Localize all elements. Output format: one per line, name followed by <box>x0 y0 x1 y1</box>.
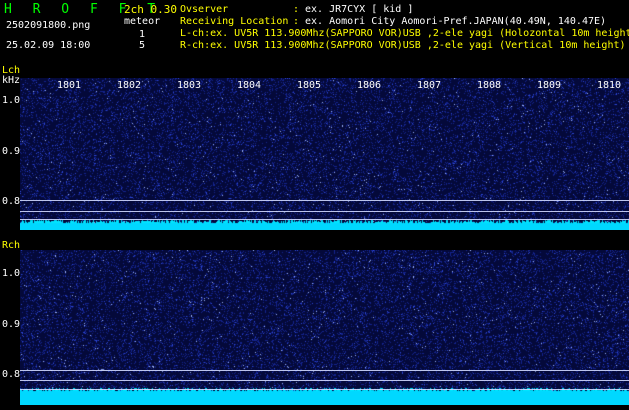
time-tick-label: 1803 <box>177 80 202 91</box>
rch-info: R-ch:ex. UV5R 113.900Mhz(SAPPORO VOR)USB… <box>180 40 626 51</box>
freq-tick-label: 0.8 <box>2 196 21 207</box>
time-tick-label: 1804 <box>237 80 262 91</box>
rch-marker-line <box>20 370 629 371</box>
rch-label: Rch <box>2 240 21 251</box>
filename-label: 2502091800.png <box>6 20 91 31</box>
lch-spectrogram <box>20 78 629 230</box>
time-tick-label: 1801 <box>57 80 82 91</box>
freq-tick-label: 0.9 <box>2 319 21 330</box>
meteor-label: meteor <box>124 16 161 27</box>
time-tick-label: 1807 <box>417 80 442 91</box>
freq-tick-label: 1.0 <box>2 268 21 279</box>
lch-marker-line <box>20 211 629 212</box>
location-label: Receiving Location <box>180 16 289 27</box>
datetime-label: 25.02.09 18:00 <box>6 40 91 51</box>
observer-label: Ovserver <box>180 4 229 15</box>
khz-unit-label: kHz <box>2 75 21 86</box>
time-tick-label: 1802 <box>117 80 142 91</box>
time-tick-label: 1808 <box>477 80 502 91</box>
lch-marker-line <box>20 219 629 220</box>
time-tick-label: 1806 <box>357 80 382 91</box>
observer-value: ex. JR7CYX [ kid ] <box>305 4 414 15</box>
version-label: 2ch 0.30 <box>124 3 177 16</box>
time-tick-label: 1810 <box>597 80 622 91</box>
rch-marker-line <box>20 380 629 381</box>
lch-marker-line <box>20 200 629 201</box>
freq-tick-label: 0.9 <box>2 146 21 157</box>
freq-tick-label: 0.8 <box>2 369 21 380</box>
time-tick-label: 1809 <box>537 80 562 91</box>
freq-tick-label: 1.0 <box>2 95 21 106</box>
rch-marker-line <box>20 389 629 390</box>
observer-colon: : <box>293 4 300 15</box>
time-tick-label: 1805 <box>297 80 322 91</box>
lch-info: L-ch:ex. UV5R 113.900Mhz(SAPPORO VOR)USB… <box>180 28 629 39</box>
rch-meteor-count: 5 <box>139 40 146 51</box>
location-colon: : <box>293 16 300 27</box>
rch-spectrogram <box>20 250 629 405</box>
lch-meteor-count: 1 <box>139 29 146 40</box>
location-value: ex. Aomori City Aomori-Pref.JAPAN(40.49N… <box>305 16 607 27</box>
